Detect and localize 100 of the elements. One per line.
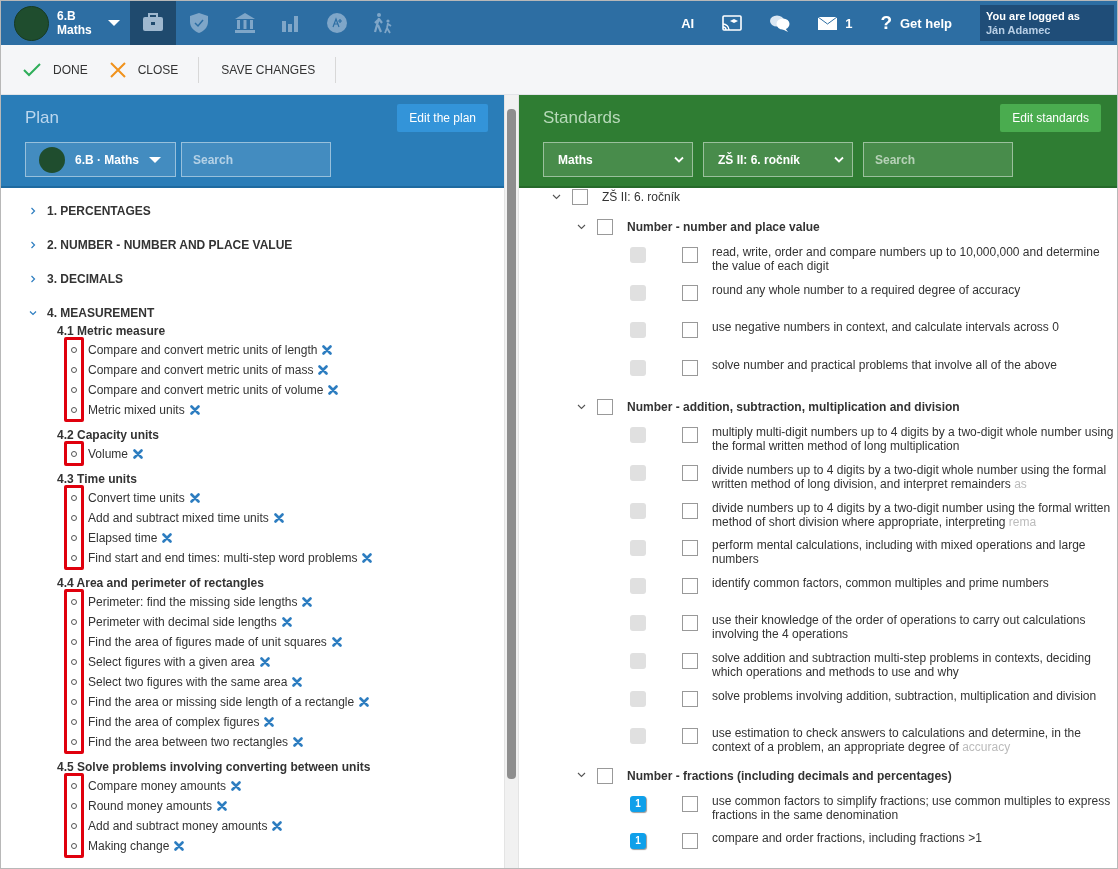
empty-badge	[630, 502, 646, 519]
walking-people-icon	[371, 12, 394, 34]
help-link[interactable]: Get help	[900, 15, 952, 31]
checkbox[interactable]	[682, 427, 698, 444]
checkbox[interactable]	[682, 652, 698, 669]
checkbox[interactable]	[682, 502, 698, 519]
chevron-down-icon[interactable]	[577, 402, 587, 412]
empty-badge	[630, 247, 646, 263]
checkbox[interactable]	[682, 247, 698, 263]
edit-standards-button[interactable]: Edit standards	[1000, 104, 1101, 132]
skill-name: Compare and convert metric units of mass	[88, 363, 314, 377]
class-dropdown[interactable]: 6.B · Maths	[25, 142, 176, 177]
ai-link[interactable]: AI	[681, 15, 695, 31]
remove-icon[interactable]	[174, 841, 185, 851]
skill-name: Find the area or missing side length of a rectangle	[88, 695, 355, 709]
panel-title: Plan	[25, 108, 60, 128]
checkbox[interactable]	[682, 322, 698, 339]
section-title: 4.3 Time units	[57, 471, 138, 488]
checkbox[interactable]	[682, 359, 698, 376]
empty-badge	[630, 652, 646, 669]
bank-icon	[233, 12, 256, 34]
remove-icon[interactable]	[272, 821, 283, 831]
standard-text: use common factors to simplify fractions; use common multiples to express fractions in the same denomination	[712, 793, 1112, 822]
remove-icon[interactable]	[362, 553, 373, 563]
search-field[interactable]: Search	[863, 142, 1013, 177]
checkbox[interactable]	[597, 399, 613, 416]
remove-icon[interactable]	[318, 365, 329, 375]
remove-icon[interactable]	[322, 345, 333, 355]
chat-icon[interactable]	[770, 14, 791, 32]
remove-icon[interactable]	[331, 637, 342, 647]
envelope-icon[interactable]	[818, 16, 838, 30]
checkbox[interactable]	[597, 219, 613, 235]
chevron-down-icon[interactable]	[29, 309, 37, 317]
topic-row[interactable]: 3. DECIMALS	[29, 262, 504, 296]
remove-icon[interactable]	[328, 385, 339, 395]
caret-icon[interactable]	[149, 156, 161, 163]
search-field[interactable]: Search	[181, 142, 331, 177]
standard-group-label: Number - fractions (including decimals and percentages)	[627, 768, 952, 783]
remove-icon[interactable]	[273, 513, 284, 523]
remove-icon[interactable]	[281, 617, 292, 627]
help-icon[interactable]: ?	[880, 12, 892, 34]
user-caption: You are logged as	[986, 9, 1081, 23]
topic-row[interactable]: 2. NUMBER - NUMBER AND PLACE VALUE	[29, 228, 504, 262]
checkbox[interactable]	[682, 795, 698, 812]
chevron-right-icon[interactable]	[29, 275, 37, 283]
remove-icon[interactable]	[189, 405, 200, 415]
remove-icon[interactable]	[133, 449, 144, 459]
standard-text: read, write, order and compare numbers up to 10,000,000 and determine the value of each digit	[712, 245, 1101, 273]
remove-icon[interactable]	[259, 657, 270, 667]
nav-tab[interactable]	[129, 1, 176, 45]
remove-icon[interactable]	[292, 677, 303, 687]
remove-icon[interactable]	[189, 493, 200, 503]
skill-name: Find the area of figures made of unit squares	[88, 635, 327, 649]
remove-icon[interactable]	[302, 597, 313, 607]
remove-icon[interactable]	[264, 717, 275, 727]
screen-icon[interactable]	[722, 14, 743, 32]
checkbox[interactable]	[682, 540, 698, 557]
checkbox[interactable]	[597, 767, 613, 784]
checkbox[interactable]	[682, 615, 698, 632]
chevron-right-icon[interactable]	[29, 241, 37, 249]
skill-name: Volume	[88, 447, 129, 461]
section-title: 4.1 Metric measure	[57, 323, 167, 340]
user-menu[interactable]: You are logged as Ján Adamec	[980, 5, 1114, 41]
class-avatar	[39, 146, 65, 173]
skill-name: Select two figures with the same area	[88, 675, 288, 689]
chevron-down-icon[interactable]	[552, 192, 562, 202]
remove-icon[interactable]	[293, 737, 304, 747]
checkbox[interactable]	[682, 728, 698, 745]
chevron-down-icon[interactable]	[577, 222, 587, 232]
remove-icon[interactable]	[231, 781, 242, 791]
standard-group-label: Number - number and place value	[627, 220, 820, 234]
toolbar-button[interactable]: SAVE CHANGES	[219, 56, 336, 83]
skill-name: Add and subtract money amounts	[88, 819, 268, 833]
checkbox[interactable]	[682, 577, 698, 594]
checkbox[interactable]	[682, 284, 698, 301]
skill-name: Perimeter: find the missing side lengths	[88, 595, 298, 609]
grade-dropdown[interactable]: ZŠ II: 6. ročník	[703, 142, 853, 177]
checkbox[interactable]	[572, 189, 588, 205]
class-avatar	[14, 5, 49, 41]
checkbox[interactable]	[682, 690, 698, 707]
class-selector[interactable]: 6.B Maths	[57, 9, 92, 37]
chevron-right-icon[interactable]	[29, 207, 37, 215]
toolbar-button[interactable]: DONE	[21, 56, 108, 83]
standard-text: solve number and practical problems that involve all of the above	[712, 357, 1058, 372]
caret-icon[interactable]	[107, 20, 120, 26]
standard-text: divide numbers up to 4 digits by a two-digit number using the formal written method of short division where appropriate, interpreting rema	[712, 500, 1112, 529]
scrollbar-thumb[interactable]	[507, 109, 516, 779]
checkbox[interactable]	[682, 464, 698, 481]
remove-icon[interactable]	[162, 533, 173, 543]
remove-icon[interactable]	[217, 801, 228, 811]
standard-text: use their knowledge of the order of operations to carry out calculations involving the 4 operations	[712, 613, 1087, 642]
checkbox[interactable]	[682, 833, 698, 850]
subject-dropdown[interactable]: Maths	[543, 142, 693, 177]
remove-icon[interactable]	[359, 697, 370, 707]
empty-badge	[630, 728, 646, 745]
standard-text: use estimation to check answers to calculations and determine, in the context of a problem, an appropriate degree of accuracy	[712, 726, 1082, 755]
toolbar-button[interactable]: CLOSE	[107, 56, 199, 83]
scrollbar[interactable]	[504, 95, 519, 868]
topic-row[interactable]: 1. PERCENTAGES	[29, 194, 504, 228]
edit-plan-button[interactable]: Edit the plan	[397, 104, 488, 132]
